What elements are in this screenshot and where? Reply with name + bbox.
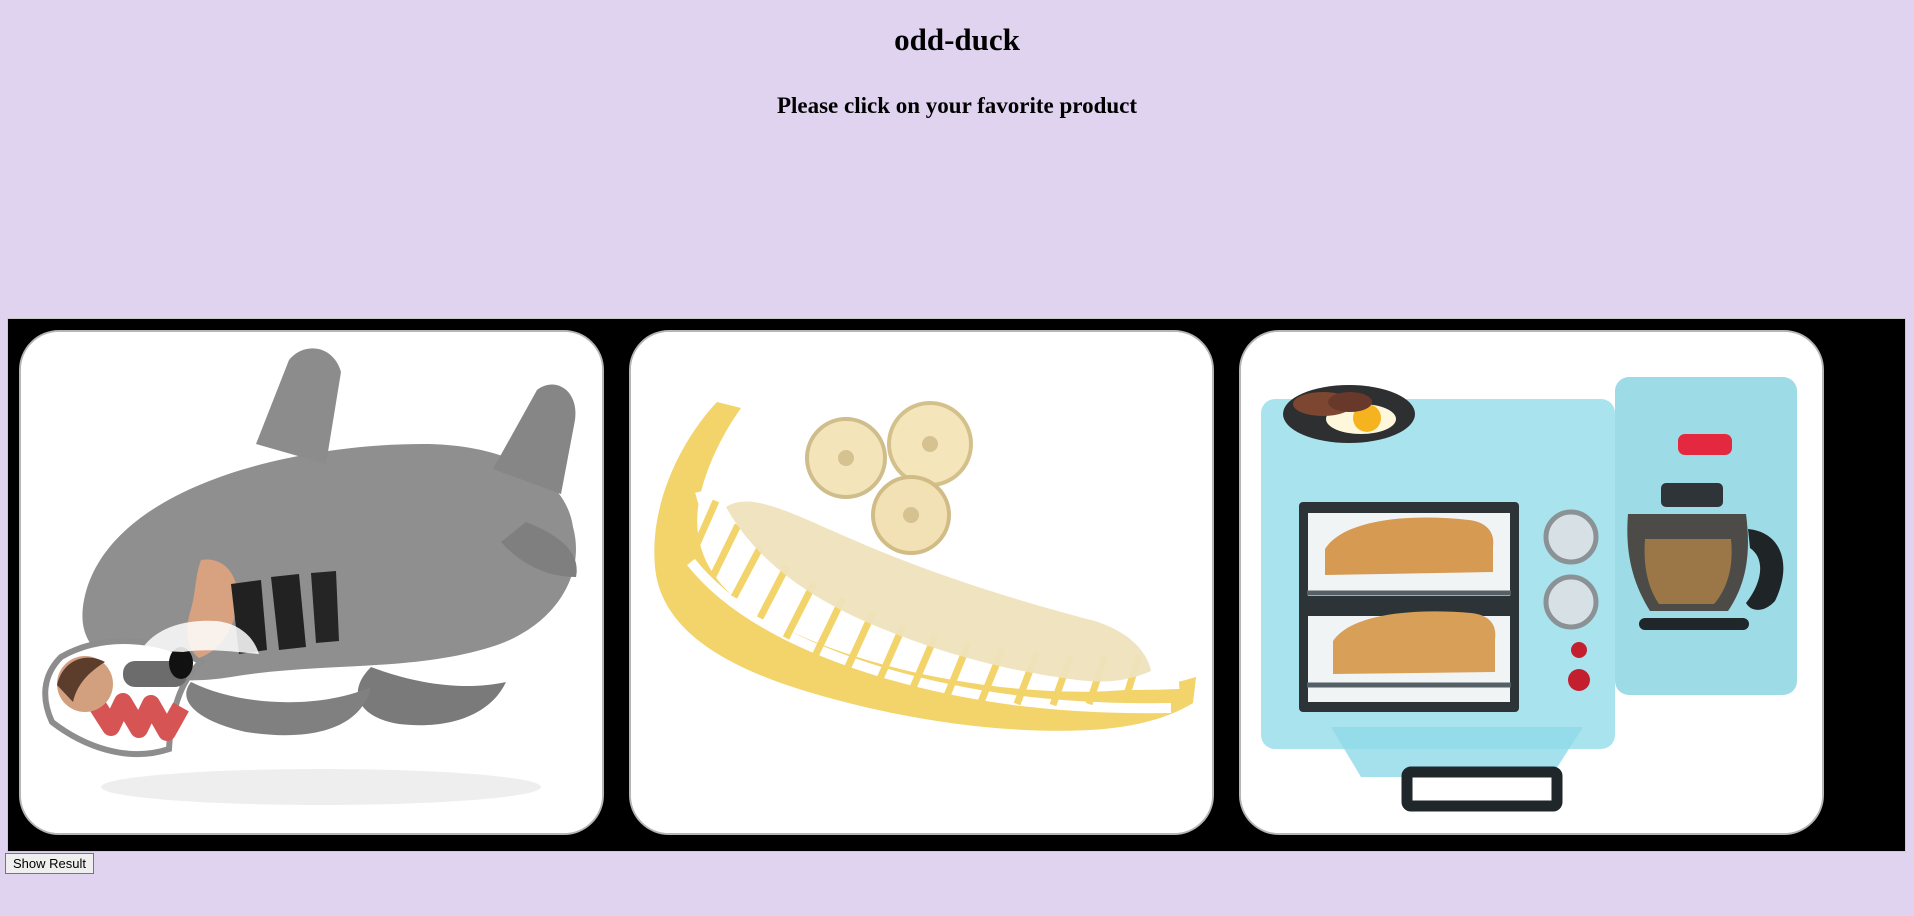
banana-slicer-image [631,332,1212,833]
breakfast-maker-image [1241,332,1822,833]
page-title: odd-duck [894,22,1020,57]
product-image-container [7,318,1906,852]
page-instruction: Please click on your favorite product [776,93,1138,118]
shark-sleeping-bag-image [21,332,602,833]
product-option-breakfast-maker[interactable] [1239,330,1824,835]
product-option-shark-sleeping-bag[interactable] [19,330,604,835]
product-option-banana-slicer[interactable] [629,330,1214,835]
show-result-button[interactable]: Show Result [5,853,94,874]
